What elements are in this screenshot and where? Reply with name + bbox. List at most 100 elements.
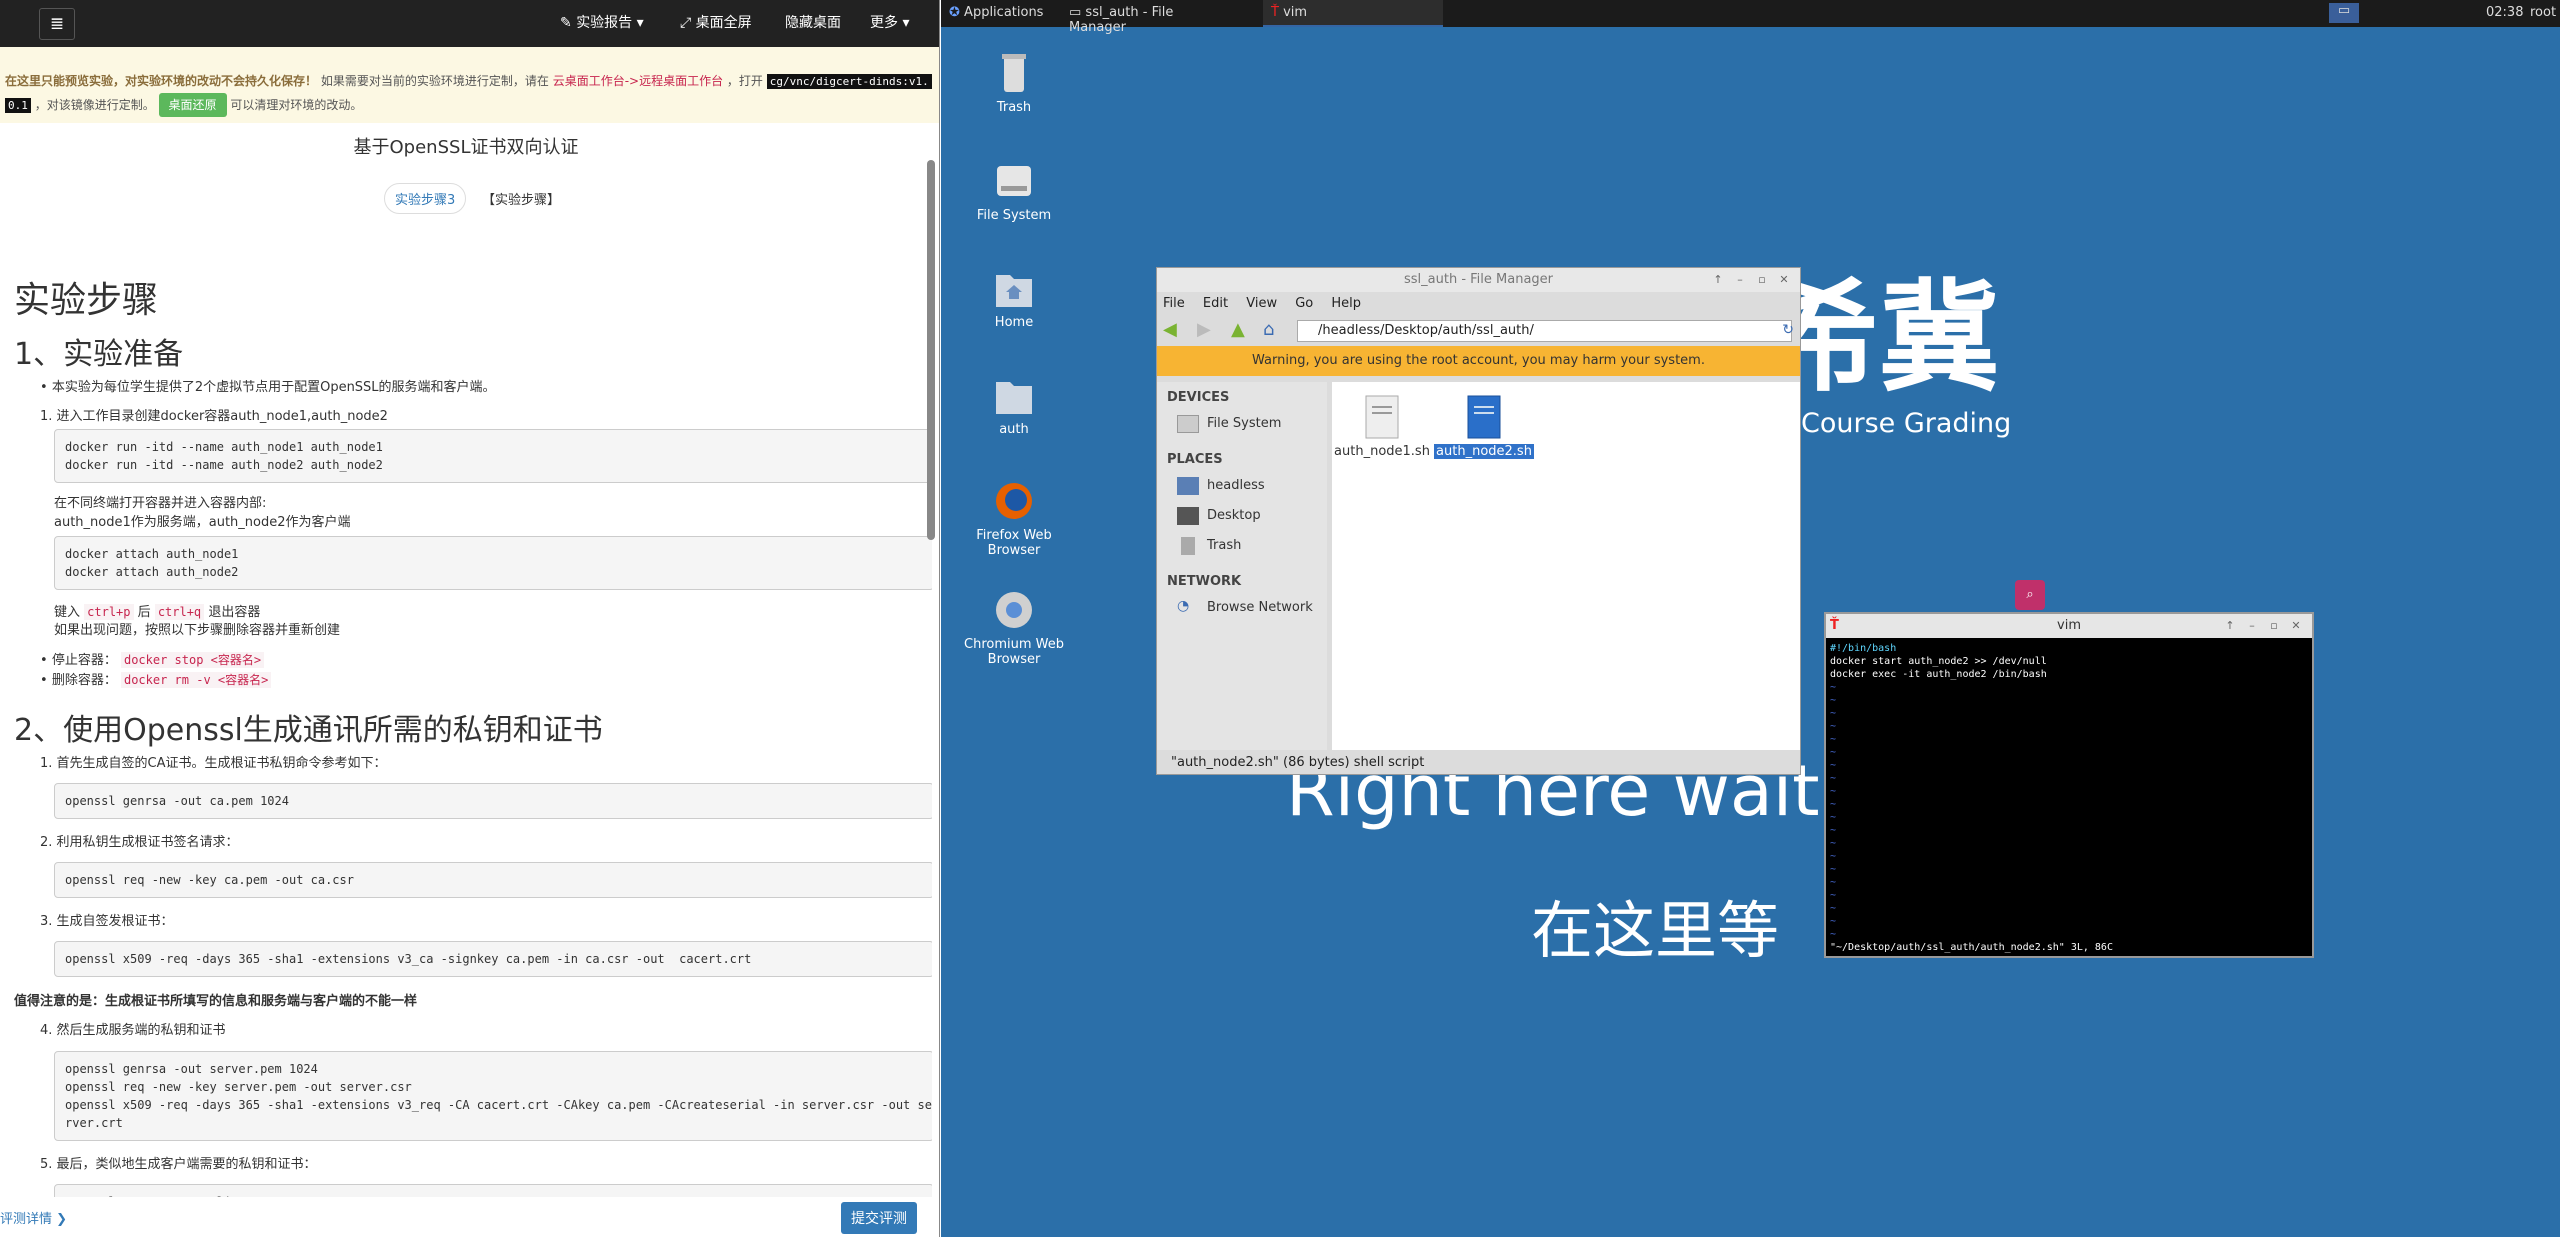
window-up-icon[interactable]: ↑ <box>1710 272 1726 288</box>
reload-icon[interactable]: ↻ <box>1782 322 1794 338</box>
paragraph: 如果出现问题，按照以下步骤删除容器并重新创建 <box>54 623 341 638</box>
file-view: auth_node1.sh auth_node2.sh <box>1332 382 1800 750</box>
sidebar-item-headless[interactable]: headless <box>1157 474 1327 498</box>
back-icon[interactable]: ◀ <box>1163 319 1177 340</box>
menu-view[interactable]: View <box>1246 296 1277 311</box>
minimize-icon[interactable]: – <box>2244 618 2260 634</box>
trash-icon <box>1002 54 1026 92</box>
vim-editor[interactable]: #!/bin/bash docker start auth_node2 >> /… <box>1826 638 2312 953</box>
network-header: NETWORK <box>1167 574 1242 589</box>
search-icon[interactable]: ⌕ <box>2015 580 2045 610</box>
desktop-icon-file-system[interactable]: File System <box>954 158 1074 223</box>
home-folder-icon <box>1177 477 1199 495</box>
vim-line: docker exec -it auth_node2 /bin/bash <box>1830 669 2047 680</box>
fullscreen-desktop-button[interactable]: ⤢ 桌面全屏 <box>680 0 752 47</box>
desktop-icon-firefox[interactable]: Firefox Web Browser <box>954 478 1074 558</box>
workspace-switcher-icon[interactable]: ▭ <box>2329 3 2359 23</box>
home-icon[interactable]: ⌂ <box>1263 319 1274 340</box>
menu-go[interactable]: Go <box>1295 296 1313 311</box>
remote-desktop: 希冀 Course Grading Right here wait 在这里等 ✪… <box>941 0 2560 1237</box>
forward-icon[interactable]: ▶ <box>1197 319 1211 340</box>
hide-desktop-button[interactable]: 隐藏桌面 <box>785 0 841 47</box>
step-pill-button[interactable]: 实验步骤3 <box>384 183 467 214</box>
eval-detail-link[interactable]: 评测详情 ❯ <box>0 1208 67 1227</box>
menu-help[interactable]: Help <box>1331 296 1361 311</box>
close-icon[interactable]: ✕ <box>1776 272 1792 288</box>
file-manager-titlebar[interactable]: ssl_auth - File Manager ↑ – ▫ ✕ <box>1157 268 1800 292</box>
file-auth-node1[interactable]: auth_node1.sh <box>1332 394 1432 459</box>
vim-status-line: "~/Desktop/auth/ssl_auth/auth_node2.sh" … <box>1830 942 2113 953</box>
folder-icon <box>996 382 1032 414</box>
code-block: docker run -itd --name auth_node1 auth_n… <box>54 429 932 483</box>
note: 值得注意的是：生成根证书所填写的信息和服务端与客户端的不能一样 <box>14 994 418 1009</box>
maximize-icon[interactable]: ▫ <box>1754 272 1770 288</box>
heading-lab-steps: 实验步骤 <box>14 280 159 321</box>
file-auth-node2[interactable]: auth_node2.sh <box>1434 394 1534 459</box>
code-block: openssl x509 -req -days 365 -sha1 -exten… <box>54 941 932 977</box>
applications-menu[interactable]: ✪ Applications <box>949 5 1043 20</box>
doc-title: 基于OpenSSL证书双向认证 <box>353 137 579 158</box>
root-warning: Warning, you are using the root account,… <box>1157 346 1800 376</box>
menu-toggle-button[interactable]: ≣ <box>39 8 75 40</box>
list-item: • 停止容器： docker stop <容器名> <box>40 650 265 671</box>
script-file-icon <box>1365 395 1399 439</box>
sidebar-item-browse-network[interactable]: ◔ Browse Network <box>1157 596 1327 620</box>
firefox-icon <box>996 483 1032 519</box>
vim-titlebar[interactable]: Ť vim ↑ – ▫ ✕ <box>1826 614 2312 638</box>
paragraph: 键入 ctrl+p 后 ctrl+q 退出容器 <box>54 604 261 620</box>
list-item: 3. 生成自签发根证书： <box>40 914 174 929</box>
restore-desktop-button[interactable]: 桌面还原 <box>158 93 227 117</box>
code-block: openssl genrsa -out client.pem 1024 <box>54 1184 932 1197</box>
paragraph: auth_node1作为服务端，auth_node2作为客户端 <box>54 515 351 530</box>
lab-report-menu[interactable]: ✎ 实验报告 ▾ <box>560 0 644 47</box>
taskbar-item-file-manager[interactable]: ▭ ssl_auth - File Manager <box>1061 0 1201 35</box>
chromium-icon <box>996 592 1032 628</box>
sidebar-item-desktop[interactable]: Desktop <box>1157 504 1327 528</box>
desktop-icon-auth[interactable]: auth <box>954 372 1074 437</box>
list-item: • 本实验为每位学生提供了2个虚拟节点用于配置OpenSSL的服务端和客户端。 <box>40 380 496 395</box>
vim-empty-lines: ~ ~ ~ ~ ~ ~ ~ ~ ~ ~ ~ ~ ~ ~ ~ ~ ~ ~ ~ ~ <box>1830 682 1837 940</box>
warning-bold-text: 在这里只能预览实验，对实验环境的改动不会持久化保存！ <box>5 74 318 88</box>
vim-app-icon: Ť <box>1830 618 1839 633</box>
side-pane: DEVICES File System PLACES headless Desk… <box>1157 382 1327 750</box>
wifi-icon: ◔ <box>1177 598 1190 614</box>
window-up-icon[interactable]: ↑ <box>2222 618 2238 634</box>
desktop-icon-home[interactable]: Home <box>954 265 1074 330</box>
places-header: PLACES <box>1167 452 1223 467</box>
menu-file[interactable]: File <box>1163 296 1185 311</box>
warning-banner: 在这里只能预览实验，对实验环境的改动不会持久化保存！ 如果需要对当前的实验环境进… <box>0 47 939 123</box>
drive-icon <box>1177 415 1199 433</box>
menu-edit[interactable]: Edit <box>1203 296 1228 311</box>
lab-guide-panel: ≣ ✎ 实验报告 ▾ ⤢ 桌面全屏 隐藏桌面 更多 ▾ 在这里只能预览实验，对实… <box>0 0 940 1237</box>
close-icon[interactable]: ✕ <box>2288 618 2304 634</box>
heading-section-2: 2、使用Openssl生成通讯所需的私钥和证书 <box>14 713 603 748</box>
wallpaper-subtitle: Course Grading <box>1801 408 2012 439</box>
vim-line: #!/bin/bash <box>1830 643 1897 654</box>
maximize-icon[interactable]: ▫ <box>2266 618 2282 634</box>
sidebar-item-file-system[interactable]: File System <box>1157 412 1327 436</box>
desktop-icon-trash[interactable]: Trash <box>954 50 1074 115</box>
list-item: 5. 最后，类似地生成客户端需要的私钥和证书： <box>40 1157 317 1172</box>
image-name-code: cg/vnc/digcert-dinds:v1. <box>766 74 932 89</box>
submit-button[interactable]: 提交评测 <box>841 1202 917 1234</box>
trash-icon <box>1181 537 1195 555</box>
desktop-icon <box>1177 507 1199 525</box>
desktop-icon-chromium[interactable]: Chromium Web Browser <box>954 587 1074 667</box>
workbench-link[interactable]: 云桌面工作台->远程桌面工作台 <box>553 74 723 88</box>
wallpaper-slogan-cn: 在这里等 <box>1531 894 1780 967</box>
more-menu[interactable]: 更多 ▾ <box>870 0 909 47</box>
scrollbar[interactable] <box>927 160 935 540</box>
path-input[interactable]: /headless/Desktop/auth/ssl_auth/ <box>1297 320 1792 342</box>
status-bar: "auth_node2.sh" (86 bytes) shell script <box>1171 755 1425 770</box>
user-name[interactable]: root <box>2530 5 2556 20</box>
devices-header: DEVICES <box>1167 390 1230 405</box>
script-file-icon <box>1467 395 1501 439</box>
paragraph: 在不同终端打开容器并进入容器内部: <box>54 496 267 511</box>
code-block: openssl req -new -key ca.pem -out ca.csr <box>54 862 932 898</box>
up-icon[interactable]: ▲ <box>1231 319 1245 340</box>
list-item: 1. 首先生成自签的CA证书。生成根证书私钥命令参考如下： <box>40 756 387 771</box>
drive-icon <box>997 166 1031 196</box>
taskbar-item-vim[interactable]: Ť vim <box>1263 0 1443 27</box>
sidebar-item-trash[interactable]: Trash <box>1157 534 1327 558</box>
minimize-icon[interactable]: – <box>1732 272 1748 288</box>
